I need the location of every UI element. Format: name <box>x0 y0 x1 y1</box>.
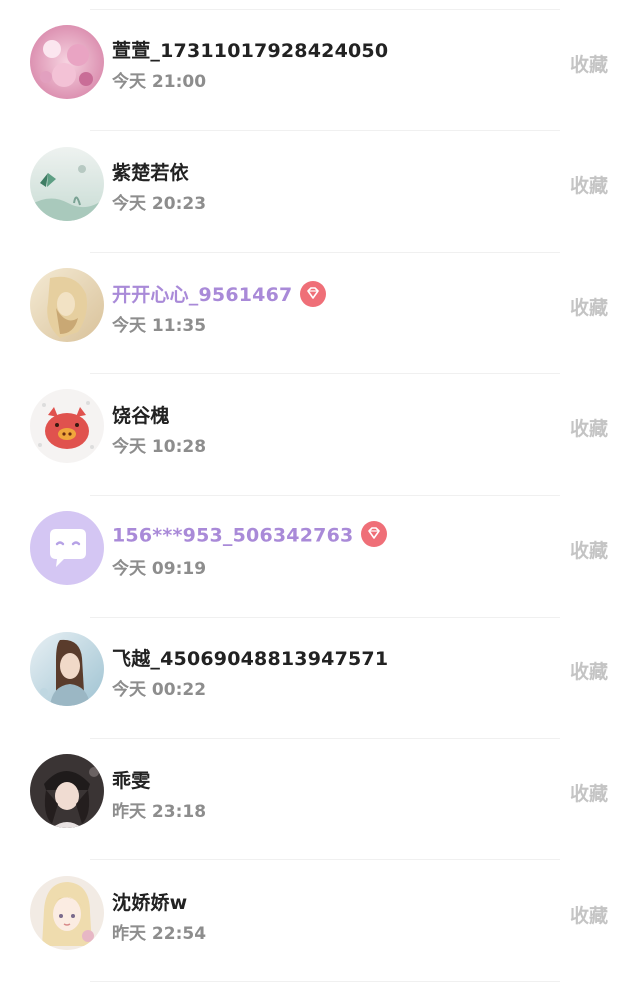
avatar-default-chat-icon[interactable] <box>30 511 104 585</box>
list-item[interactable]: 饶谷槐 今天 10:28 收藏 <box>0 364 640 485</box>
favorite-button[interactable]: 收藏 <box>570 171 608 198</box>
favorite-button[interactable]: 收藏 <box>570 901 608 928</box>
visit-time: 今天 11:35 <box>112 316 207 336</box>
avatar-photo-butterfly-icon[interactable] <box>30 147 104 221</box>
list-item[interactable]: 萱萱_17311017928424050 今天 21:00 收藏 <box>0 0 640 121</box>
avatar-photo-girl-hat-icon[interactable] <box>30 754 104 828</box>
avatar-photo-pink-icon[interactable] <box>30 25 104 99</box>
visit-time: 昨天 23:18 <box>112 802 207 822</box>
user-name-text: 开开心心_9561467 <box>112 284 293 306</box>
list-item[interactable]: 沈娇娇w 昨天 22:54 收藏 <box>0 851 640 972</box>
visit-time: 今天 21:00 <box>112 72 207 92</box>
divider <box>90 981 560 982</box>
visit-time: 今天 20:23 <box>112 194 207 214</box>
user-name: 开开心心_9561467 <box>112 280 327 309</box>
list-item[interactable]: 开开心心_9561467 今天 11:35 收藏 <box>0 243 640 364</box>
avatar-photo-girl-icon[interactable] <box>30 268 104 342</box>
list-item[interactable]: 156***953_506342763 今天 09:19 收藏 <box>0 486 640 607</box>
list-item[interactable]: 紫楚若依 今天 20:23 收藏 <box>0 121 640 242</box>
user-name: 沈娇娇w <box>112 892 188 914</box>
list-item[interactable]: 飞越_45069048813947571 今天 00:22 收藏 <box>0 607 640 728</box>
visit-time: 昨天 22:54 <box>112 924 207 944</box>
favorite-button[interactable]: 收藏 <box>570 536 608 563</box>
user-name: 紫楚若依 <box>112 162 189 184</box>
visit-time: 今天 00:22 <box>112 680 207 700</box>
user-name: 萱萱_17311017928424050 <box>112 40 389 62</box>
list-item[interactable]: 乖雯 昨天 23:18 收藏 <box>0 729 640 850</box>
user-name-text: 156***953_506342763 <box>112 524 354 547</box>
vip-diamond-icon <box>361 521 388 547</box>
user-name: 飞越_45069048813947571 <box>112 648 389 670</box>
visit-time: 今天 10:28 <box>112 437 207 457</box>
user-name: 乖雯 <box>112 770 151 792</box>
favorite-button[interactable]: 收藏 <box>570 50 608 77</box>
visit-time: 今天 09:19 <box>112 559 207 579</box>
user-name: 饶谷槐 <box>112 405 170 427</box>
favorite-button[interactable]: 收藏 <box>570 414 608 441</box>
avatar-pig-cartoon-icon[interactable] <box>30 389 104 463</box>
favorite-button[interactable]: 收藏 <box>570 779 608 806</box>
favorite-button[interactable]: 收藏 <box>570 293 608 320</box>
avatar-anime-girl-icon[interactable] <box>30 876 104 950</box>
avatar-photo-girl-icon[interactable] <box>30 632 104 706</box>
user-name: 156***953_506342763 <box>112 521 388 549</box>
favorite-button[interactable]: 收藏 <box>570 657 608 684</box>
vip-diamond-icon <box>300 280 327 307</box>
